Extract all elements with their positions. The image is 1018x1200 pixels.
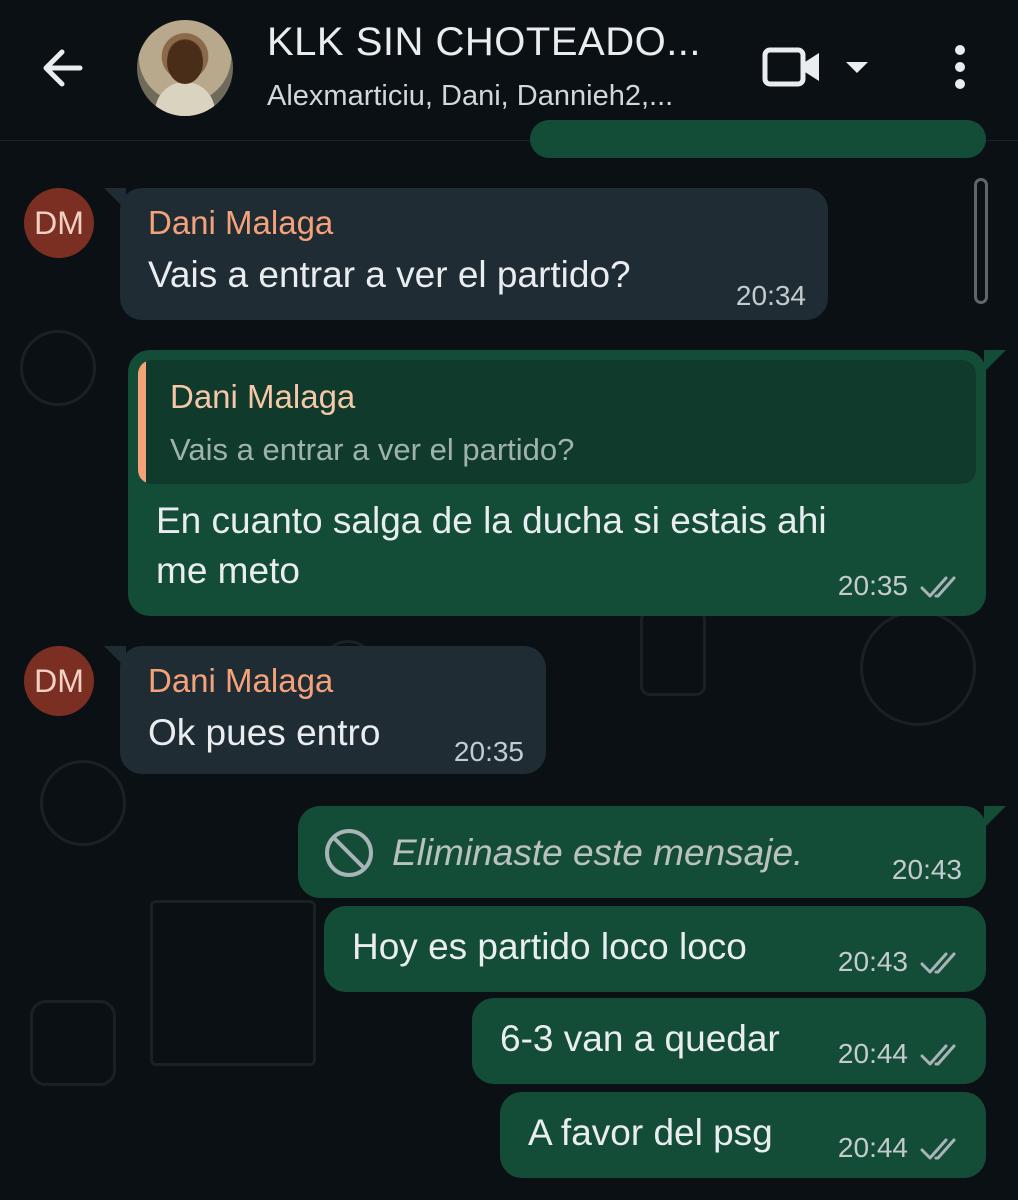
video-call-icon[interactable] xyxy=(762,42,822,92)
read-receipt-icon xyxy=(920,1044,956,1066)
message-text: Ok pues entro xyxy=(148,712,381,753)
incoming-message[interactable]: Dani Malaga Ok pues entro 20:35 xyxy=(120,646,546,774)
message-time: 20:43 xyxy=(837,946,908,977)
message-text: Vais a entrar a ver el partido? xyxy=(148,254,631,295)
message-text-line-1: En cuanto salga de la ducha si estais ah… xyxy=(156,500,827,541)
outgoing-message[interactable]: 6-3 van a quedar 20:44 xyxy=(472,998,986,1084)
outgoing-message[interactable]: Hoy es partido loco loco 20:43 xyxy=(324,906,986,992)
incoming-message[interactable]: Dani Malaga Vais a entrar a ver el parti… xyxy=(120,188,828,320)
message-time: 20:44 xyxy=(837,1038,908,1069)
message-time: 20:43 xyxy=(891,854,962,885)
message-text-line-2: me meto xyxy=(156,550,300,591)
quoted-message[interactable]: Dani Malaga Vais a entrar a ver el parti… xyxy=(138,360,976,484)
message-time: 20:44 xyxy=(837,1132,908,1163)
message-time: 20:35 xyxy=(453,736,524,767)
more-options-icon[interactable] xyxy=(940,36,980,96)
message-bubble-partial[interactable] xyxy=(530,120,986,158)
deleted-message[interactable]: Eliminaste este mensaje. 20:43 xyxy=(298,806,986,898)
read-receipt-icon xyxy=(920,576,956,598)
sender-avatar[interactable]: DM xyxy=(24,188,94,258)
message-text: 6-3 van a quedar xyxy=(500,1018,780,1059)
deleted-message-text: Eliminaste este mensaje. xyxy=(392,832,804,873)
blocked-icon xyxy=(325,829,373,877)
quoted-text: Vais a entrar a ver el partido? xyxy=(170,432,575,467)
chat-title[interactable]: KLK SIN CHOTEADO... xyxy=(267,20,727,65)
sender-name[interactable]: Dani Malaga xyxy=(148,662,333,700)
outgoing-message[interactable]: A favor del psg 20:44 xyxy=(500,1092,986,1178)
sender-avatar[interactable]: DM xyxy=(24,646,94,716)
quoted-sender: Dani Malaga xyxy=(170,378,356,415)
message-time: 20:34 xyxy=(735,280,806,311)
message-text: A favor del psg xyxy=(528,1112,773,1153)
scrollbar-thumb[interactable] xyxy=(974,178,988,304)
quote-accent-bar xyxy=(138,360,146,484)
group-avatar[interactable] xyxy=(137,20,233,116)
sender-name[interactable]: Dani Malaga xyxy=(148,204,333,242)
chevron-down-icon[interactable] xyxy=(842,52,872,82)
outgoing-reply-message[interactable]: Dani Malaga Vais a entrar a ver el parti… xyxy=(128,350,986,616)
chat-participants[interactable]: Alexmarticiu, Dani, Dannieh2,... xyxy=(267,80,727,113)
read-receipt-icon xyxy=(920,1138,956,1160)
read-receipt-icon xyxy=(920,952,956,974)
message-time: 20:35 xyxy=(837,570,908,601)
message-text: Hoy es partido loco loco xyxy=(352,926,747,967)
back-arrow-icon[interactable] xyxy=(36,40,92,96)
